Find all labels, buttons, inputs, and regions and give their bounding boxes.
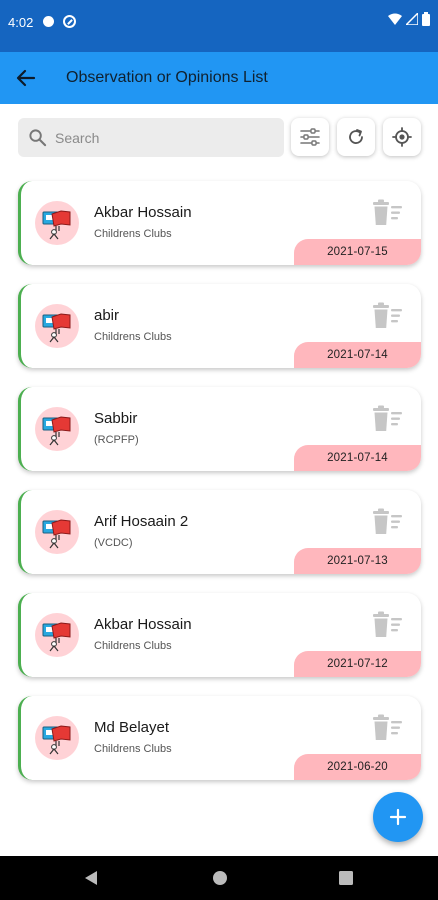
item-subtitle: Childrens Clubs [94, 228, 172, 240]
delete-list-icon [373, 714, 402, 740]
location-button[interactable] [383, 118, 421, 156]
data-saver-icon [63, 15, 76, 28]
system-nav-bar [0, 856, 438, 900]
page-title: Observation or Opinions List [66, 69, 268, 86]
item-subtitle: (VCDC) [94, 537, 133, 549]
delete-list-icon [373, 405, 402, 431]
delete-list-icon [373, 611, 402, 637]
item-name: Arif Hosaain 2 [94, 513, 189, 530]
search-input[interactable] [55, 118, 275, 157]
date-badge: 2021-07-14 [294, 342, 421, 368]
presentation-avatar-icon [35, 510, 79, 554]
plus-icon [389, 808, 407, 826]
delete-button[interactable] [371, 714, 403, 742]
back-button[interactable] [12, 64, 40, 92]
item-name: Sabbir [94, 410, 138, 427]
battery-icon [422, 12, 430, 26]
delete-list-icon [373, 199, 402, 225]
item-name: Akbar Hossain [94, 616, 192, 633]
presentation-avatar-icon [35, 201, 79, 245]
add-button[interactable] [373, 792, 423, 842]
filter-button[interactable] [291, 118, 329, 156]
delete-button[interactable] [371, 302, 403, 330]
date-badge: 2021-07-14 [294, 445, 421, 471]
nav-back-icon[interactable] [84, 870, 98, 886]
presentation-avatar-icon [35, 407, 79, 451]
delete-button[interactable] [371, 199, 403, 227]
item-subtitle: Childrens Clubs [94, 640, 172, 652]
list-item[interactable]: Arif Hosaain 2 (VCDC) 2021-07-13 [18, 490, 421, 574]
list-item[interactable]: abir Childrens Clubs 2021-07-14 [18, 284, 421, 368]
nav-home-icon[interactable] [212, 870, 228, 886]
refresh-button[interactable] [337, 118, 375, 156]
presentation-avatar-icon [35, 304, 79, 348]
status-time: 4:02 [8, 15, 34, 30]
item-subtitle: (RCPFP) [94, 434, 139, 446]
date-badge: 2021-07-15 [294, 239, 421, 265]
delete-button[interactable] [371, 508, 403, 536]
notification-dot-icon [43, 16, 54, 27]
status-indicators [388, 12, 430, 26]
date-badge: 2021-07-13 [294, 548, 421, 574]
status-bar: 4:02 [0, 0, 438, 52]
nav-recents-icon[interactable] [339, 871, 353, 885]
item-name: abir [94, 307, 120, 324]
item-name: Akbar Hossain [94, 204, 192, 221]
signal-icon [406, 13, 418, 25]
search-box[interactable] [18, 118, 284, 157]
item-name: Md Belayet [94, 719, 170, 736]
presentation-avatar-icon [35, 613, 79, 657]
delete-list-icon [373, 508, 402, 534]
date-badge: 2021-06-20 [294, 754, 421, 780]
sliders-icon [300, 128, 320, 146]
refresh-icon [349, 129, 363, 144]
list-item[interactable]: Akbar Hossain Childrens Clubs 2021-07-12 [18, 593, 421, 677]
arrow-left-icon [16, 69, 36, 87]
delete-button[interactable] [371, 611, 403, 639]
wifi-icon [388, 13, 402, 25]
delete-list-icon [373, 302, 402, 328]
presentation-avatar-icon [35, 716, 79, 760]
search-icon [29, 129, 47, 147]
list-item[interactable]: Md Belayet Childrens Clubs 2021-06-20 [18, 696, 421, 780]
date-badge: 2021-07-12 [294, 651, 421, 677]
item-subtitle: Childrens Clubs [94, 331, 172, 343]
list-item[interactable]: Sabbir (RCPFP) 2021-07-14 [18, 387, 421, 471]
item-subtitle: Childrens Clubs [94, 743, 172, 755]
delete-button[interactable] [371, 405, 403, 433]
app-bar: Observation or Opinions List [0, 52, 438, 104]
list-item[interactable]: Akbar Hossain Childrens Clubs 2021-07-15 [18, 181, 421, 265]
gps-target-icon [392, 127, 412, 147]
